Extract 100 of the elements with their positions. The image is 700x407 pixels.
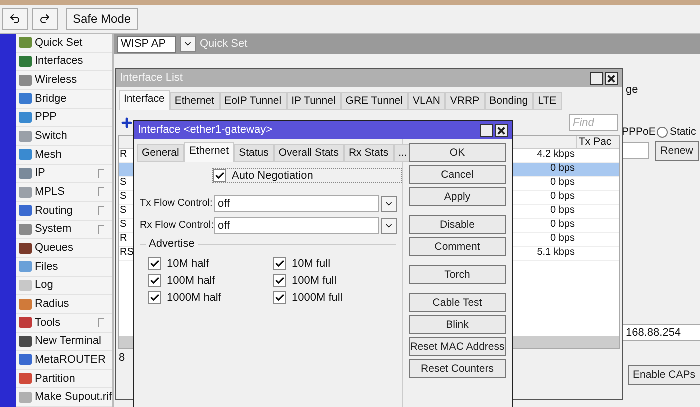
rate-cell-text: 0 bps [550, 191, 576, 204]
menu-item[interactable]: MPLS [16, 183, 112, 202]
tab[interactable]: LTE [533, 92, 562, 110]
menu-item[interactable]: MetaROUTER [16, 351, 112, 370]
dialog-button[interactable]: Reset MAC Address [409, 337, 506, 356]
tab[interactable]: VRRP [445, 92, 485, 110]
static-radio[interactable]: Static [657, 126, 696, 138]
menu-item[interactable]: System [16, 220, 112, 240]
address-field[interactable]: 168.88.254 [622, 324, 700, 341]
menu-item[interactable]: Make Supout.rif [16, 388, 112, 407]
advertise-checkbox[interactable]: 1000M full [273, 291, 393, 304]
dropdown-button[interactable] [180, 36, 196, 52]
rate-cell-text: 0 bps [550, 219, 576, 232]
dropdown-button[interactable] [381, 196, 397, 212]
rate-cell-text: 0 bps [550, 163, 576, 176]
tab[interactable]: Overall Stats [274, 144, 344, 162]
menu-item[interactable]: Tools [16, 314, 112, 332]
checkbox[interactable] [148, 291, 161, 304]
text-field[interactable] [622, 142, 649, 159]
dialog-button[interactable]: OK [409, 143, 506, 162]
menu-item[interactable]: Switch [16, 127, 112, 146]
dialog-button[interactable]: Cable Test [409, 293, 506, 312]
menu-item[interactable]: Wireless [16, 71, 112, 90]
close-button[interactable] [605, 72, 618, 84]
advertise-checkbox[interactable]: 100M full [273, 274, 393, 287]
dialog-button[interactable]: Comment [409, 237, 506, 256]
undo-button[interactable] [2, 8, 28, 30]
mode-select[interactable]: WISP AP [117, 36, 176, 52]
tab[interactable]: Rx Stats [344, 144, 394, 162]
dialog-button[interactable]: Apply [409, 187, 506, 206]
tab[interactable]: GRE Tunnel [340, 92, 408, 110]
tab[interactable]: Interface [119, 90, 170, 110]
menu-item[interactable]: Queues [16, 239, 112, 258]
checkbox[interactable] [148, 257, 161, 270]
advertise-checkbox[interactable]: 10M full [273, 257, 393, 270]
column-header[interactable]: Tx Pac [576, 136, 619, 148]
dialog-button[interactable]: Disable [409, 215, 506, 234]
safe-mode-button[interactable]: Safe Mode [66, 8, 138, 30]
checkbox[interactable] [213, 169, 226, 182]
menu-item[interactable]: PPP [16, 108, 112, 128]
tab[interactable]: Bonding [484, 92, 534, 110]
menu-item[interactable]: IP [16, 164, 112, 184]
add-icon[interactable] [120, 116, 134, 130]
advertise-checkbox[interactable]: 100M half [148, 274, 273, 287]
flag-cell: R [119, 233, 128, 246]
flag-cell: S [119, 205, 127, 218]
menu-item[interactable]: Routing [16, 202, 112, 221]
tab[interactable]: Status [234, 144, 274, 162]
label-text: ge [626, 84, 638, 96]
tab[interactable]: VLAN [408, 92, 446, 110]
renew-button[interactable]: Renew [655, 141, 699, 161]
group-title: Advertise [146, 238, 198, 250]
tab[interactable]: General [137, 144, 184, 162]
redo-icon [39, 13, 51, 25]
field-label: Rx Flow Control: [140, 220, 214, 231]
tab[interactable]: Ethernet [184, 142, 234, 162]
menu-item[interactable]: Files [16, 258, 112, 277]
submenu-arrow-icon [98, 318, 104, 327]
window-title: Quick Set [200, 38, 248, 50]
menu-item[interactable]: Log [16, 276, 112, 296]
dropdown-field[interactable]: off [214, 217, 379, 234]
maximize-button[interactable] [590, 72, 603, 84]
menu-item[interactable]: Radius [16, 295, 112, 314]
dialog-button[interactable]: Blink [409, 315, 506, 334]
rate-cell-text: 4.2 kbps [536, 149, 576, 162]
dialog-button[interactable]: Torch [409, 265, 506, 284]
flag-cell: R [119, 149, 128, 162]
redo-button[interactable] [32, 8, 58, 30]
close-button[interactable] [495, 124, 508, 136]
tab[interactable]: EoIP Tunnel [220, 92, 287, 110]
field-label: Tx Flow Control: [140, 198, 214, 209]
menu-item[interactable]: Partition [16, 370, 112, 388]
checkbox[interactable] [273, 291, 286, 304]
enable-caps-button[interactable]: Enable CAPs [628, 365, 700, 385]
dialog-button[interactable]: Cancel [409, 165, 506, 184]
auto-negotiation-checkbox[interactable]: Auto Negotiation [212, 168, 402, 183]
menu-item[interactable]: New Terminal [16, 332, 112, 352]
dropdown-button[interactable] [381, 218, 397, 234]
flag-cell: S [119, 177, 127, 190]
flag-cell: S [119, 219, 127, 232]
maximize-button[interactable] [480, 124, 493, 136]
advertise-checkbox[interactable]: 1000M half [148, 291, 273, 304]
checkbox[interactable] [273, 257, 286, 270]
menu-item[interactable]: Quick Set [16, 34, 112, 53]
advertise-checkbox[interactable]: 10M half [148, 257, 273, 270]
menu-item[interactable]: Mesh [16, 146, 112, 165]
rate-cell-text: 0 bps [550, 205, 576, 218]
rate-cell-text: 0 bps [550, 177, 576, 190]
dialog-button[interactable]: Reset Counters [409, 359, 506, 378]
rate-cell-text: 5.1 kbps [536, 247, 576, 260]
window-title: Interface <ether1-gateway> [138, 124, 273, 136]
checkbox[interactable] [148, 274, 161, 287]
status-text: 8 [118, 351, 126, 366]
dropdown-field[interactable]: off [214, 195, 379, 212]
tab[interactable]: Ethernet [170, 92, 220, 110]
tab[interactable]: IP Tunnel [286, 92, 341, 110]
menu-item[interactable]: Bridge [16, 90, 112, 109]
checkbox[interactable] [273, 274, 286, 287]
menu-item[interactable]: Interfaces [16, 52, 112, 72]
window-title: Interface List [120, 72, 183, 84]
